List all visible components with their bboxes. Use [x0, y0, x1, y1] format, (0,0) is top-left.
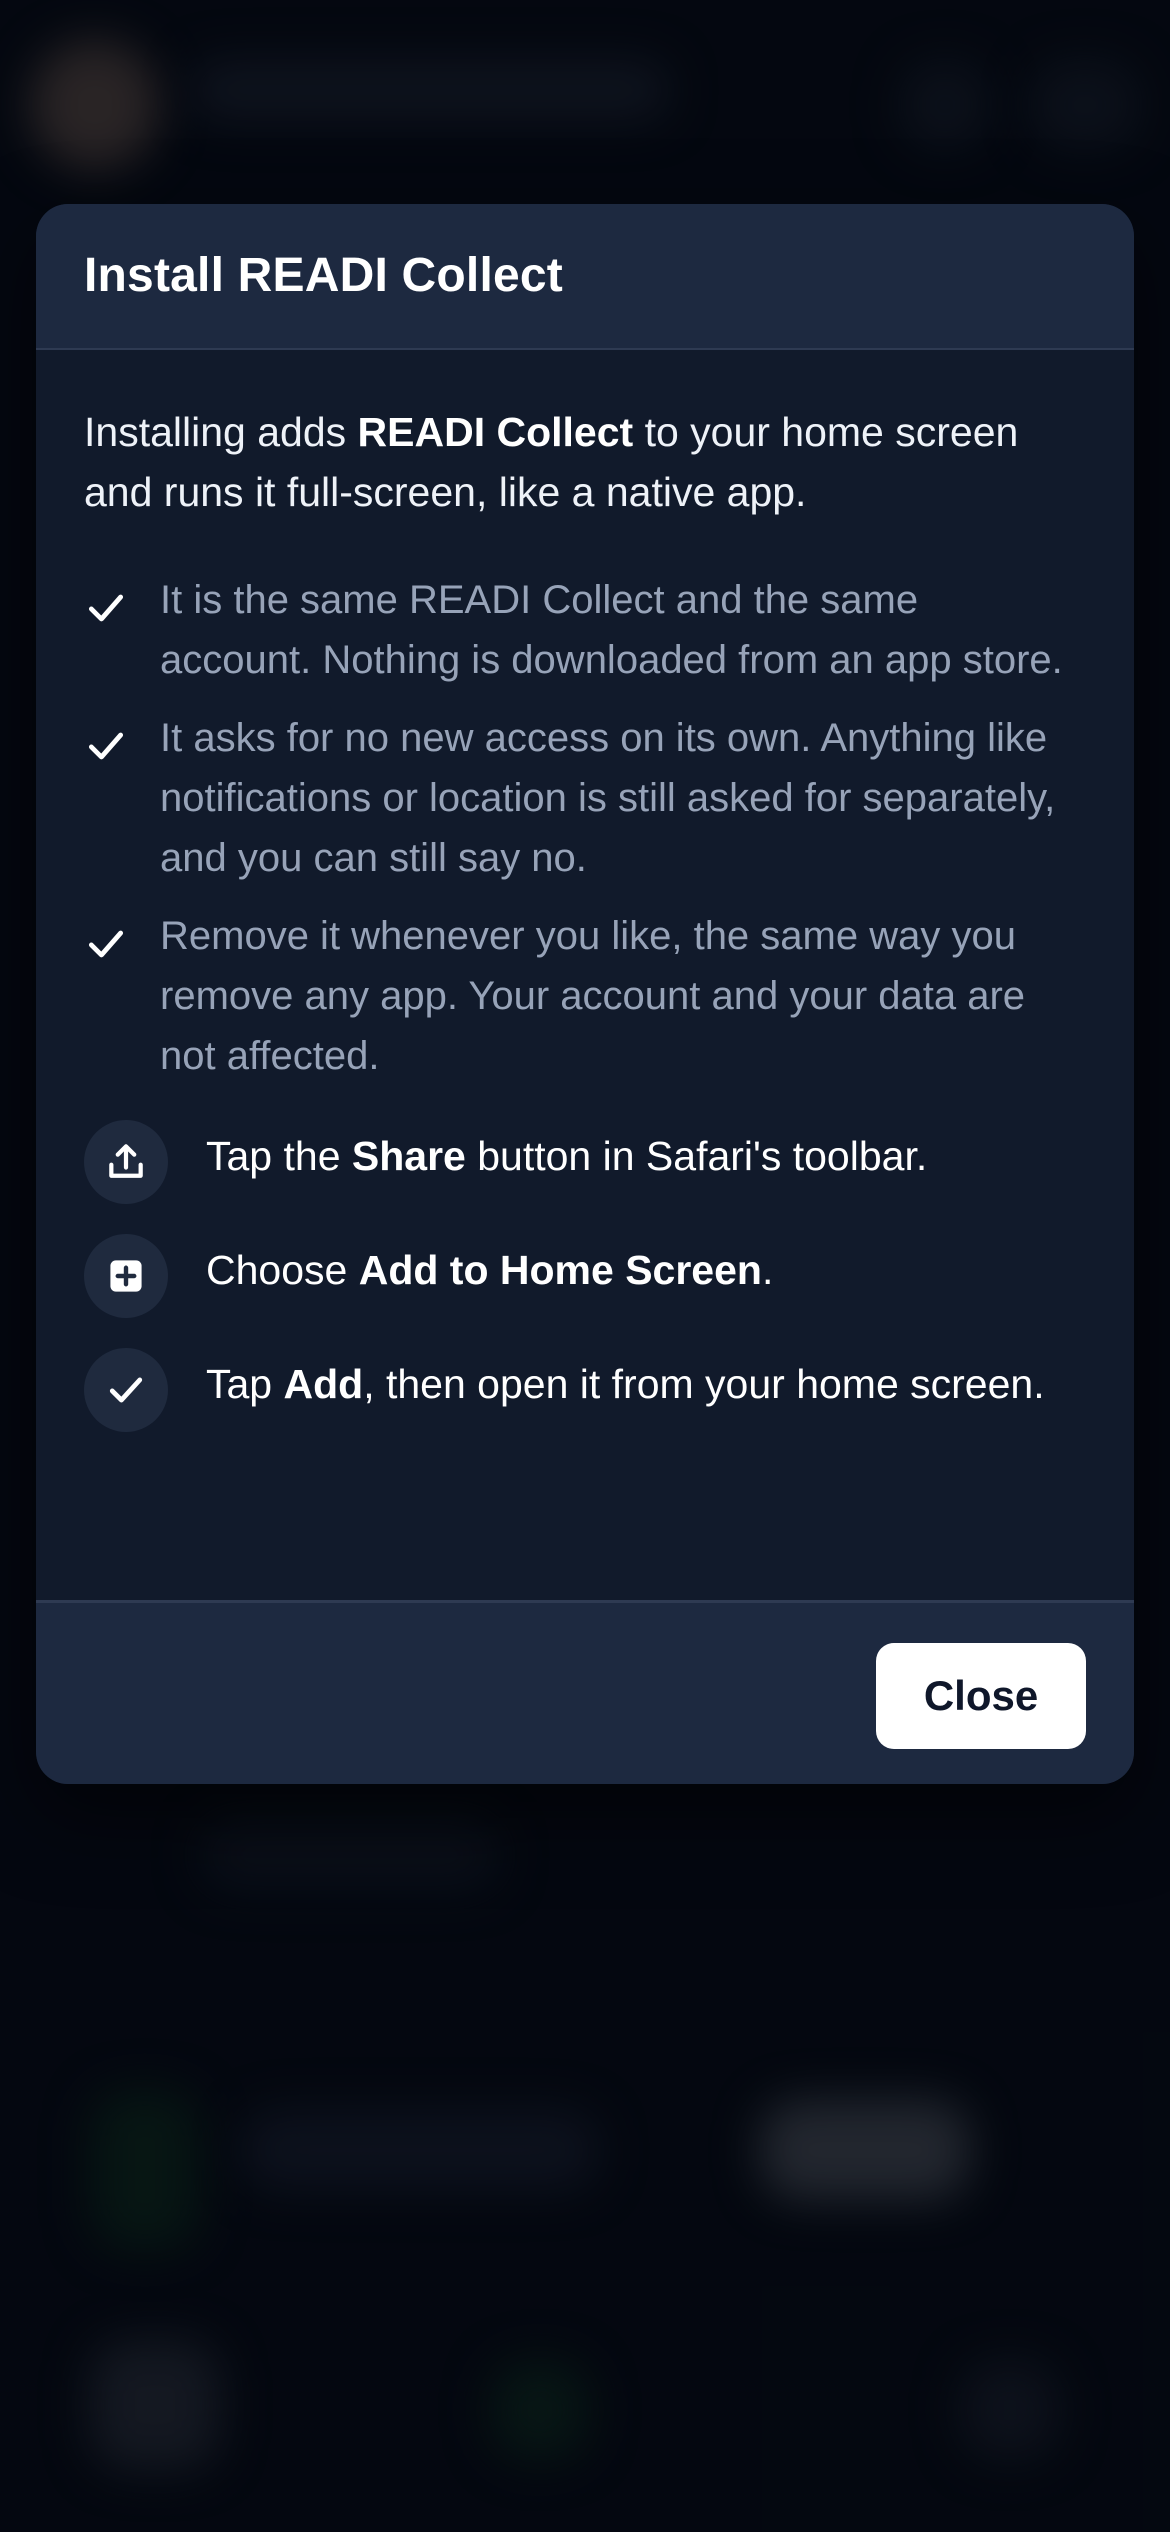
install-dialog: Install READI Collect Installing adds RE…	[36, 204, 1134, 1784]
reassurance-item: It is the same READI Collect and the sam…	[84, 570, 1086, 690]
step-text: Tap Add, then open it from your home scr…	[206, 1354, 1086, 1414]
step-text-end: , then open it from your home screen.	[363, 1361, 1045, 1407]
step-text-start: Tap	[206, 1361, 284, 1407]
intro-app-name: READI Collect	[357, 409, 634, 455]
install-steps: Tap the Share button in Safari's toolbar…	[84, 1120, 1086, 1432]
dialog-body: Installing adds READI Collect to your ho…	[36, 350, 1134, 1432]
step-text-start: Tap the	[206, 1133, 352, 1179]
install-step-add: Tap Add, then open it from your home scr…	[84, 1348, 1086, 1432]
checkmark-icon	[84, 570, 160, 690]
close-button[interactable]: Close	[876, 1643, 1086, 1749]
reassurance-item: Remove it whenever you like, the same wa…	[84, 906, 1086, 1086]
share-icon	[84, 1120, 168, 1204]
reassurance-text: Remove it whenever you like, the same wa…	[160, 914, 1026, 1078]
install-step-add-to-home: Choose Add to Home Screen.	[84, 1234, 1086, 1318]
dialog-header: Install READI Collect	[36, 204, 1134, 350]
intro-text: Installing adds READI Collect to your ho…	[84, 402, 1086, 522]
reassurance-text: It is the same READI Collect and the sam…	[160, 578, 1063, 682]
intro-text-start: Installing adds	[84, 409, 358, 455]
checkmark-icon	[84, 906, 160, 1086]
checkmark-icon	[84, 1348, 168, 1432]
reassurance-item: It asks for no new access on its own. An…	[84, 708, 1086, 888]
dialog-footer: Close	[36, 1600, 1134, 1784]
step-text-end: button in Safari's toolbar.	[465, 1133, 928, 1179]
step-text: Choose Add to Home Screen.	[206, 1240, 1086, 1300]
step-text-emphasis: Add	[283, 1361, 364, 1407]
reassurance-list: It is the same READI Collect and the sam…	[84, 570, 1086, 1086]
step-text-emphasis: Add to Home Screen	[358, 1247, 762, 1293]
install-step-share: Tap the Share button in Safari's toolbar…	[84, 1120, 1086, 1204]
checkmark-icon	[84, 708, 160, 888]
reassurance-text: It asks for no new access on its own. An…	[160, 716, 1056, 880]
step-text-emphasis: Share	[351, 1133, 466, 1179]
step-text-start: Choose	[206, 1247, 359, 1293]
step-text-end: .	[761, 1247, 774, 1293]
add-square-icon	[84, 1234, 168, 1318]
step-text: Tap the Share button in Safari's toolbar…	[206, 1126, 1086, 1186]
dialog-title: Install READI Collect	[84, 249, 563, 302]
